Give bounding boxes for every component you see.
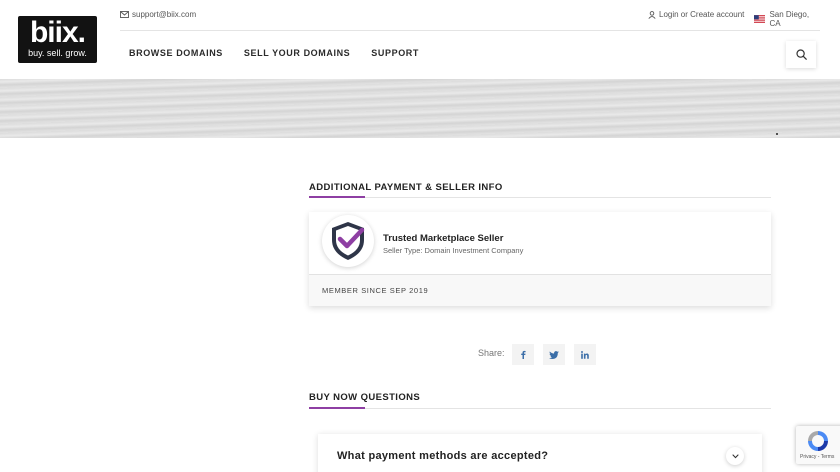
seller-info-card: Trusted Marketplace Seller Seller Type: … <box>309 212 771 306</box>
seller-section-accent <box>309 196 365 198</box>
share-facebook-button[interactable] <box>512 344 534 365</box>
faq-section-accent <box>309 407 365 409</box>
location-selector[interactable]: San Diego, CA <box>754 10 820 28</box>
twitter-icon <box>549 350 559 359</box>
nav-browse-domains[interactable]: BROWSE DOMAINS <box>129 48 223 58</box>
member-since: MEMBER SINCE SEP 2019 <box>322 286 429 295</box>
seller-name: Trusted Marketplace Seller <box>383 233 504 244</box>
linkedin-icon <box>581 350 589 359</box>
share-linkedin-button[interactable] <box>574 344 596 365</box>
search-button[interactable] <box>786 41 816 68</box>
logo-brand: biix. <box>29 16 86 49</box>
seller-section-title: ADDITIONAL PAYMENT & SELLER INFO <box>309 182 503 193</box>
shield-check-icon <box>332 222 365 260</box>
site-header: biix. buy. sell. grow. support@biix.com … <box>0 0 840 79</box>
logo-tagline: buy. sell. grow. <box>28 48 87 58</box>
seller-type: Seller Type: Domain Investment Company <box>383 246 524 255</box>
hero-banner <box>0 79 840 138</box>
top-bar: support@biix.com Login or Create account… <box>120 0 820 31</box>
seller-section-divider <box>309 197 771 198</box>
support-email-link[interactable]: support@biix.com <box>120 10 196 19</box>
login-link[interactable]: Login or Create account <box>648 10 744 19</box>
chevron-down-icon <box>731 453 739 458</box>
envelope-icon <box>120 11 129 18</box>
user-icon <box>648 10 656 19</box>
share-label: Share: <box>478 348 505 358</box>
trusted-badge <box>322 215 374 267</box>
nav-sell-your-domains[interactable]: SELL YOUR DOMAINS <box>244 48 350 58</box>
hero-marker <box>776 133 778 135</box>
recaptcha-links[interactable]: Privacy - Terms <box>800 454 834 460</box>
login-label: Login or Create account <box>659 10 745 19</box>
main-nav: BROWSE DOMAINS SELL YOUR DOMAINS SUPPORT <box>129 48 419 58</box>
location-label: San Diego, CA <box>769 10 810 28</box>
search-icon <box>795 49 807 60</box>
us-flag-icon <box>754 15 766 23</box>
faq-section-title: BUY NOW QUESTIONS <box>309 392 421 403</box>
faq-item[interactable]: What payment methods are accepted? <box>318 434 762 472</box>
biix-logo[interactable]: biix. buy. sell. grow. <box>18 16 97 63</box>
faq-expand-button[interactable] <box>726 447 744 465</box>
faq-section-divider <box>309 408 771 409</box>
facebook-icon <box>521 350 526 359</box>
recaptcha-icon <box>808 431 828 451</box>
seller-card-footer: MEMBER SINCE SEP 2019 <box>309 275 771 306</box>
share-twitter-button[interactable] <box>543 344 565 365</box>
faq-question: What payment methods are accepted? <box>337 450 549 462</box>
support-email: support@biix.com <box>132 10 197 19</box>
nav-support[interactable]: SUPPORT <box>371 48 419 58</box>
recaptcha-badge[interactable]: Privacy - Terms <box>796 426 840 464</box>
